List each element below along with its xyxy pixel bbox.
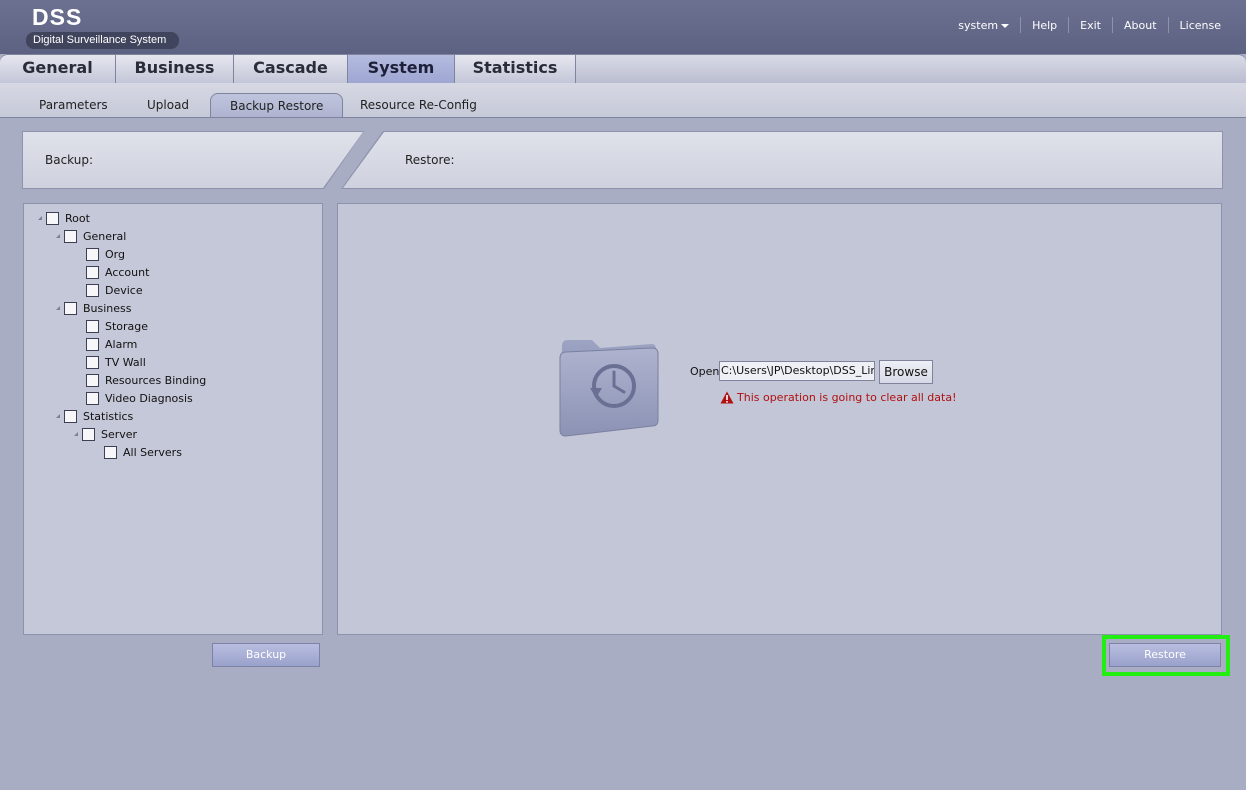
checkbox[interactable] <box>86 283 99 297</box>
tree-node-root[interactable]: Root <box>38 209 90 227</box>
tree-node-label: Root <box>65 211 90 225</box>
checkbox[interactable] <box>64 229 77 243</box>
tree-node-all-servers[interactable]: All Servers <box>92 443 182 461</box>
divider <box>1068 17 1070 33</box>
tree-node-video-diagnosis[interactable]: Video Diagnosis <box>74 389 193 407</box>
restore-panel <box>337 203 1222 635</box>
help-link[interactable]: Help <box>1032 19 1057 32</box>
tree-node-account[interactable]: Account <box>74 263 149 281</box>
expand-arrow-icon[interactable] <box>56 234 60 238</box>
checkbox[interactable] <box>104 445 117 459</box>
checkbox[interactable] <box>46 211 59 225</box>
backup-section-title: Backup: <box>45 153 94 167</box>
tree-node-label: General <box>83 229 127 243</box>
warning-text: This operation is going to clear all dat… <box>737 391 957 404</box>
tab-business[interactable]: Business <box>116 55 234 83</box>
checkbox[interactable] <box>64 301 77 315</box>
about-link[interactable]: About <box>1124 19 1157 32</box>
expand-arrow-icon[interactable] <box>56 306 60 310</box>
tree-node-general[interactable]: General <box>56 227 126 245</box>
main-tabs: General Business Cascade System Statisti… <box>0 54 1246 84</box>
app-header: DSS Digital Surveillance System system H… <box>0 0 1246 54</box>
sub-tabs: Parameters Upload Backup Restore Resourc… <box>0 83 1246 118</box>
tree-node-org[interactable]: Org <box>74 245 125 263</box>
tab-cascade[interactable]: Cascade <box>234 55 348 83</box>
checkbox[interactable] <box>86 391 99 405</box>
user-menu-label: system <box>958 18 999 32</box>
tree-node-alarm[interactable]: Alarm <box>74 335 137 353</box>
warning-icon <box>720 391 734 404</box>
tree-node-business[interactable]: Business <box>56 299 132 317</box>
restore-file-path-input[interactable]: C:\Users\JP\Desktop\DSS_Linux <box>719 361 875 381</box>
checkbox[interactable] <box>86 373 99 387</box>
tree-node-device[interactable]: Device <box>74 281 143 299</box>
tab-general[interactable]: General <box>0 55 116 83</box>
tree-node-label: Resources Binding <box>105 373 207 387</box>
chevron-down-icon <box>1001 23 1010 28</box>
restore-button[interactable]: Restore <box>1109 643 1221 667</box>
exit-link[interactable]: Exit <box>1080 19 1101 32</box>
checkbox[interactable] <box>86 337 99 351</box>
divider <box>1167 17 1169 33</box>
restore-section-title: Restore: <box>405 153 455 167</box>
top-links: system Help Exit About License <box>958 17 1221 33</box>
app-logo-subtitle: Digital Surveillance System <box>26 32 180 49</box>
subtab-upload[interactable]: Upload <box>147 93 189 117</box>
tree-node-label: Statistics <box>83 409 134 423</box>
tree-node-storage[interactable]: Storage <box>74 317 148 335</box>
subtab-resource-reconfig[interactable]: Resource Re-Config <box>360 93 477 117</box>
tab-statistics[interactable]: Statistics <box>455 55 576 83</box>
tree-node-resources-binding[interactable]: Resources Binding <box>74 371 206 389</box>
tree-node-label: Account <box>105 265 150 279</box>
checkbox[interactable] <box>64 409 77 423</box>
checkbox[interactable] <box>86 355 99 369</box>
backup-button[interactable]: Backup <box>212 643 320 667</box>
checkbox[interactable] <box>86 247 99 261</box>
app-logo-title: DSS <box>32 4 83 30</box>
checkbox[interactable] <box>86 265 99 279</box>
time-machine-folder-icon <box>559 340 659 437</box>
restore-header <box>343 132 1222 188</box>
subtab-backup-restore[interactable]: Backup Restore <box>210 93 344 117</box>
tree-node-statistics[interactable]: Statistics <box>56 407 133 425</box>
tree-node-label: All Servers <box>123 445 182 459</box>
expand-arrow-icon[interactable] <box>38 216 42 220</box>
tree-node-label: Video Diagnosis <box>105 391 193 405</box>
tree-node-label: Org <box>105 247 125 261</box>
tree-node-label: TV Wall <box>105 355 146 369</box>
tree-node-label: Storage <box>105 319 149 333</box>
restore-warning: This operation is going to clear all dat… <box>720 391 957 404</box>
browse-button[interactable]: Browse <box>879 360 933 384</box>
subtab-parameters[interactable]: Parameters <box>39 93 108 117</box>
divider <box>1111 17 1113 33</box>
license-link[interactable]: License <box>1180 19 1221 32</box>
checkbox[interactable] <box>86 319 99 333</box>
tree-node-tv-wall[interactable]: TV Wall <box>74 353 146 371</box>
user-menu[interactable]: system <box>958 18 1010 32</box>
tree-node-server[interactable]: Server <box>74 425 137 443</box>
tree-node-label: Server <box>101 427 138 441</box>
tab-system[interactable]: System <box>348 55 455 83</box>
tree-node-label: Device <box>105 283 143 297</box>
expand-arrow-icon[interactable] <box>56 414 60 418</box>
tree-node-label: Business <box>83 301 132 315</box>
checkbox[interactable] <box>82 427 95 441</box>
divider <box>1020 17 1022 33</box>
tree-node-label: Alarm <box>105 337 138 351</box>
expand-arrow-icon[interactable] <box>74 432 78 436</box>
